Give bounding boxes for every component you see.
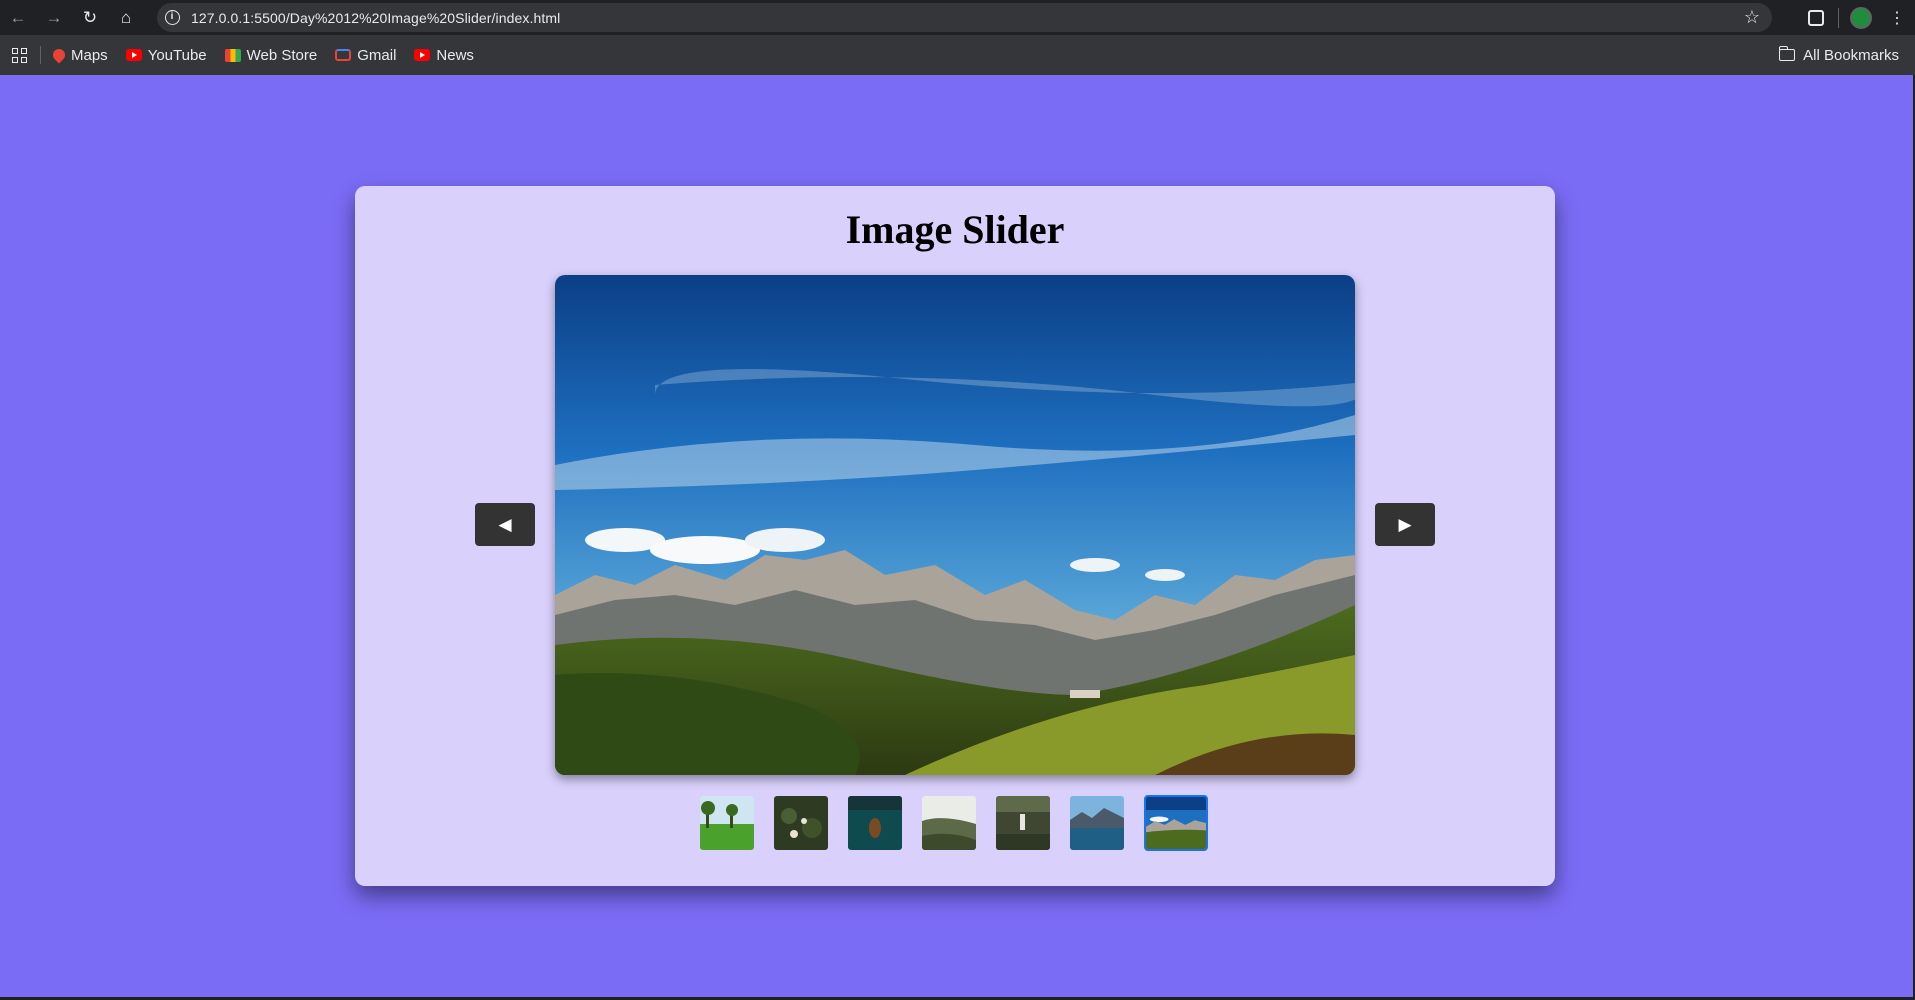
bookmarks-divider [40, 46, 41, 64]
bookmark-label: Gmail [357, 46, 397, 64]
main-slide-image [555, 275, 1355, 775]
gmail-icon [335, 49, 352, 61]
thumbnail-active[interactable] [1144, 795, 1208, 851]
kebab-menu-icon: ⋮ [1889, 9, 1905, 27]
back-arrow-icon: ← [9, 7, 27, 27]
bookmark-label: Maps [71, 46, 108, 64]
avatar [1850, 6, 1872, 29]
bookmark-label: YouTube [147, 46, 207, 64]
thumbnail-strip [700, 795, 1208, 851]
maps-icon [50, 46, 68, 64]
bookmark-news[interactable]: News [414, 47, 474, 64]
news-icon [414, 49, 431, 61]
thumbnail[interactable] [1070, 796, 1124, 850]
bookmark-star-icon[interactable]: ☆ [1744, 7, 1760, 28]
extensions-button[interactable] [1798, 0, 1834, 35]
thumbnail[interactable] [996, 796, 1050, 850]
puzzle-icon [1808, 9, 1824, 26]
site-info-icon[interactable]: i [157, 3, 187, 32]
forward-arrow-icon: → [45, 7, 63, 27]
thumbnail[interactable] [922, 796, 976, 850]
reload-icon: ↻ [82, 7, 98, 27]
bookmark-gmail[interactable]: Gmail [335, 47, 396, 64]
back-button[interactable]: ← [0, 0, 36, 35]
thumbnail[interactable] [700, 796, 754, 850]
folder-icon [1778, 46, 1796, 61]
bookmark-label: News [436, 46, 474, 64]
thumbnail[interactable] [848, 796, 902, 850]
all-bookmarks-button[interactable]: All Bookmarks [1778, 35, 1899, 75]
url-text[interactable]: 127.0.0.1:5500/Day%2012%20Image%20Slider… [191, 10, 560, 26]
bookmark-maps[interactable]: Maps [50, 46, 108, 64]
profile-button[interactable] [1843, 0, 1879, 35]
toolbar-divider [1838, 7, 1839, 28]
web-store-icon [224, 48, 241, 62]
bookmark-label: Web Store [246, 46, 318, 64]
home-icon: ⌂ [120, 7, 132, 27]
page-viewport: Image Slider ◀ ▶ [0, 75, 1915, 997]
thumbnail[interactable] [774, 796, 828, 850]
bookmark-web-store[interactable]: Web Store [224, 46, 318, 64]
page-title: Image Slider [845, 207, 1065, 252]
bookmark-youtube[interactable]: YouTube [125, 46, 207, 64]
youtube-icon [125, 49, 142, 61]
prev-button[interactable]: ◀ [475, 503, 535, 546]
slider-card: Image Slider ◀ ▶ [355, 186, 1555, 886]
menu-button[interactable]: ⋮ [1879, 0, 1915, 35]
forward-button[interactable]: → [36, 0, 72, 35]
all-bookmarks-label: All Bookmarks [1803, 46, 1899, 64]
bookmarks-bar: Maps YouTube Web Store Gmail News All Bo… [0, 35, 1915, 75]
address-bar[interactable]: i 127.0.0.1:5500/Day%2012%20Image%20Slid… [157, 3, 1772, 32]
next-button[interactable]: ▶ [1375, 503, 1435, 546]
browser-toolbar: ← → ↻ ⌂ i 127.0.0.1:5500/Day%2012%20Imag… [0, 0, 1915, 35]
reload-button[interactable]: ↻ [72, 0, 108, 35]
home-button[interactable]: ⌂ [108, 0, 144, 35]
toolbar-right: ⋮ [1798, 0, 1915, 35]
apps-grid-icon[interactable] [8, 44, 30, 66]
